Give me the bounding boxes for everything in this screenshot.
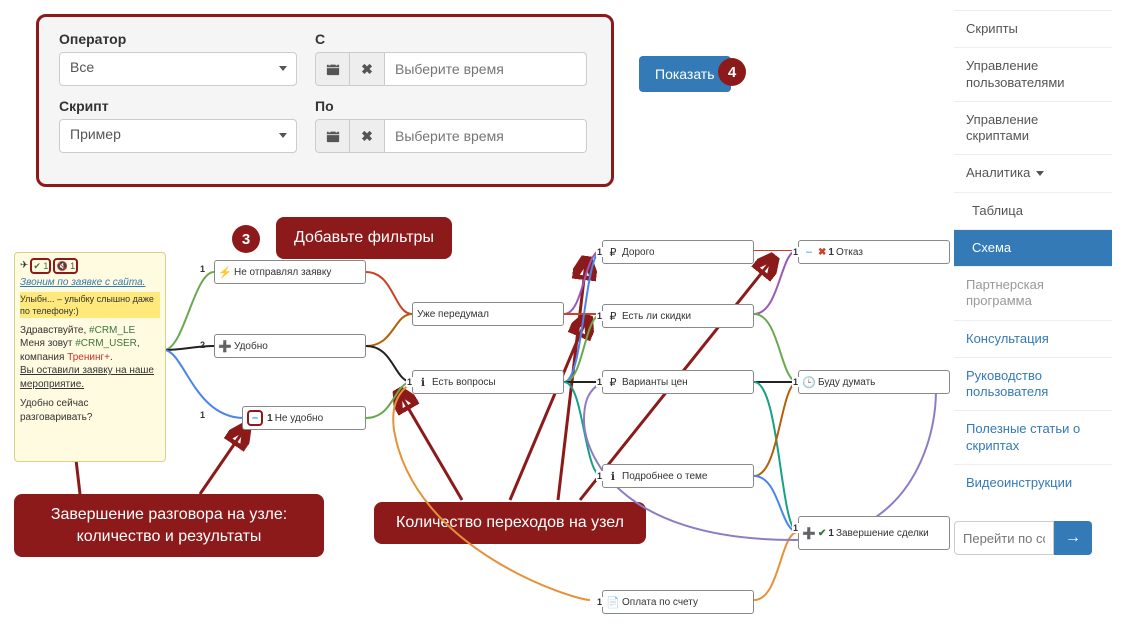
script-select[interactable]: Пример [59,119,297,153]
node-deal-complete[interactable]: 1 ➕ ✔ 1 Завершение сделки [798,516,950,550]
start-badge-success: ✔ 1 [30,258,51,274]
node-not-sent[interactable]: ⚡ Не отправлял заявку [214,260,366,284]
clock-icon: 🕒 [803,376,815,388]
node-will-think[interactable]: 1 🕒 Буду думать [798,370,950,394]
edge-count: 1 [200,410,205,420]
node-payment[interactable]: 1 📄 Оплата по счету [602,590,754,614]
caret-icon [279,66,287,71]
plane-icon: ✈ [20,259,28,273]
sidebar-sub-table[interactable]: Таблица [954,192,1112,229]
node-convenient[interactable]: ➕ Удобно [214,334,366,358]
from-label: С [315,31,587,47]
info-icon: ℹ [607,470,619,482]
sidebar-item-guide[interactable]: Руководство пользователя [954,357,1112,411]
check-icon: ✔ [818,528,826,539]
ruble-icon: ₽ [607,376,619,388]
script-value: Пример [59,119,297,153]
close-icon: ✖ [818,247,826,258]
node-not-convenient[interactable]: – 1 Не удобно [242,406,366,430]
plus-icon: ➕ [219,340,231,352]
from-time-group: ✖ [315,52,587,86]
start-smile-text: Улыбн... – улыбку слышно даже по телефон… [20,292,160,318]
show-button[interactable]: Показать [639,56,731,92]
sidebar-item-scripts[interactable]: Скрипты [954,10,1112,47]
operator-value: Все [59,52,297,86]
goto-button[interactable]: → [1054,521,1092,555]
to-label: По [315,98,587,114]
sidebar-item-consult[interactable]: Консультация [954,320,1112,357]
from-time-input[interactable] [385,52,587,86]
sidebar-item-analytics[interactable]: Аналитика [954,154,1112,191]
node-price-variants[interactable]: 1 ₽ Варианты цен [602,370,754,394]
filter-panel: Оператор Все С ✖ Скрипт Пример [36,14,614,187]
info-icon: ℹ [417,376,429,388]
sidebar-item-articles[interactable]: Полезные статьи о скриптах [954,410,1112,464]
doc-icon: 📄 [607,596,619,608]
goto-input[interactable] [954,521,1054,555]
from-calendar-button[interactable] [315,52,350,86]
sidebar-item-video[interactable]: Видеоинструкции [954,464,1112,501]
to-time-group: ✖ [315,119,587,153]
from-clear-button[interactable]: ✖ [350,52,385,86]
operator-label: Оператор [59,31,297,47]
sidebar-item-partner[interactable]: Партнерская программа [954,266,1112,320]
to-calendar-button[interactable] [315,119,350,153]
callout-4: 4 [718,58,746,86]
ruble-icon: ₽ [607,310,619,322]
node-refusal[interactable]: 1 – ✖ 1 Отказ [798,240,950,264]
minus-icon: – [803,246,815,258]
goto-link-group: → [954,521,1092,555]
start-question: Удобно сейчас разговаривать? [20,397,160,424]
node-changed-mind[interactable]: Уже передумал [412,302,564,326]
start-node-link: Звоним по заявке с сайта. [20,276,145,290]
sidebar-sub-schema[interactable]: Схема [954,229,1112,266]
node-discounts[interactable]: 1 ₽ Есть ли скидки [602,304,754,328]
script-label: Скрипт [59,98,297,114]
edge-count: 1 [200,264,205,274]
sidebar-item-users[interactable]: Управление пользователями [954,47,1112,101]
to-clear-button[interactable]: ✖ [350,119,385,153]
callout-3: 3 [232,225,260,253]
chevron-down-icon [1036,171,1044,176]
node-questions[interactable]: 1 ℹ Есть вопросы [412,370,564,394]
edge-count: 2 [200,340,205,350]
start-node[interactable]: ✈ ✔ 1 🔇 1 Звоним по заявке с сайта. Улыб… [14,252,166,462]
node-more-topic[interactable]: 1 ℹ Подробнее о теме [602,464,754,488]
bolt-icon: ⚡ [219,266,231,278]
calendar-icon [326,129,340,143]
node-expensive[interactable]: 1 ₽ Дорого [602,240,754,264]
sidebar-item-manage-scripts[interactable]: Управление скриптами [954,101,1112,155]
diagram-canvas: 1 2 1 ✈ ✔ 1 🔇 1 Звоним по заявке с сайта… [14,250,944,620]
sidebar: Скрипты Управление пользователями Управл… [954,10,1112,555]
operator-select[interactable]: Все [59,52,297,86]
plus-icon: ➕ [803,527,815,539]
minus-icon-box: – [247,410,263,426]
to-time-input[interactable] [385,119,587,153]
calendar-icon [326,62,340,76]
start-badge-mute: 🔇 1 [53,258,78,274]
start-greeting: Здравствуйте, #CRM_LE Меня зовут #CRM_US… [20,324,160,392]
ruble-icon: ₽ [607,246,619,258]
caret-icon [279,133,287,138]
